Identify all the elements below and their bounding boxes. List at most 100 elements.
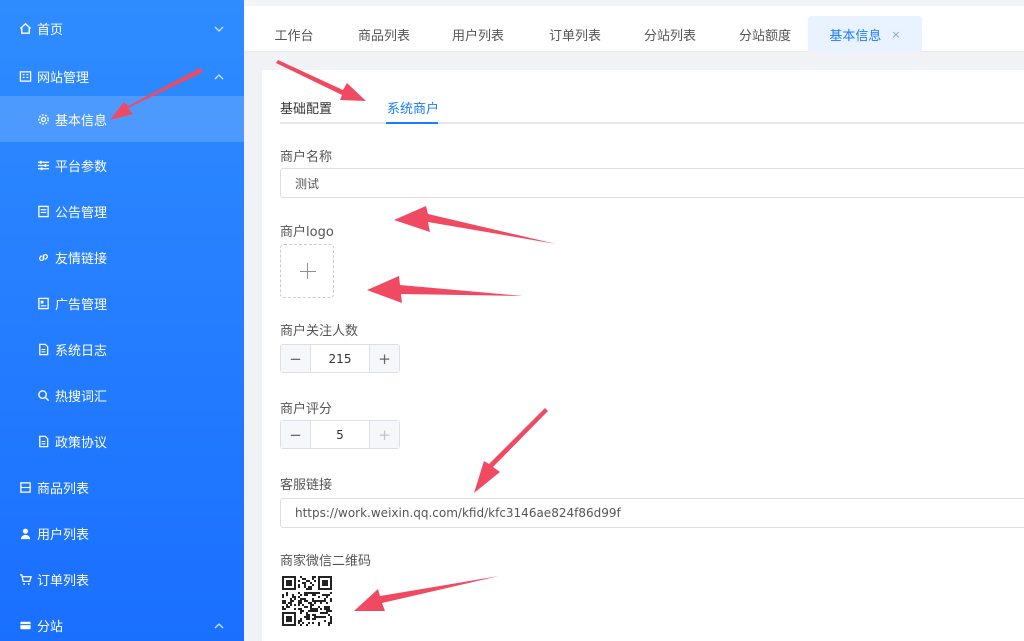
sidebar-item-users[interactable]: 用户列表	[0, 510, 244, 556]
sidebar-item-policy[interactable]: 政策协议	[0, 418, 244, 464]
qr-module	[282, 614, 284, 616]
qr-module	[286, 576, 288, 578]
qr-module	[282, 612, 284, 614]
qr-module	[312, 600, 314, 602]
qr-module	[294, 616, 296, 618]
close-icon[interactable]: ×	[891, 28, 900, 41]
sidebar-item-site-management[interactable]: 网站管理	[0, 56, 244, 96]
qr-module	[314, 614, 316, 616]
sidebar-item-ads[interactable]: 广告管理	[0, 280, 244, 326]
decrement-button[interactable]: −	[281, 421, 311, 448]
qr-module	[282, 606, 284, 608]
qr-module	[310, 608, 312, 610]
qr-module	[330, 582, 332, 584]
followers-value[interactable]: 215	[311, 345, 369, 372]
qr-module	[302, 610, 304, 612]
service-link-input[interactable]	[280, 498, 1024, 528]
qr-module	[282, 582, 284, 584]
sidebar-item-platform-params[interactable]: 平台参数	[0, 142, 244, 188]
product-icon	[18, 480, 32, 494]
increment-button[interactable]: +	[369, 421, 399, 448]
sidebar-item-basic-info[interactable]: 基本信息	[0, 96, 244, 142]
qr-module	[290, 584, 292, 586]
logo-upload-button[interactable]	[280, 244, 334, 298]
qr-module	[286, 624, 288, 626]
qr-module	[298, 602, 300, 604]
tab-workbench[interactable]: 工作台	[244, 16, 344, 52]
plus-icon-bar	[300, 271, 316, 272]
qr-module	[300, 594, 302, 596]
tab-order-list[interactable]: 订单列表	[532, 16, 618, 52]
qr-module	[326, 610, 328, 612]
followers-stepper[interactable]: − 215 +	[280, 344, 400, 373]
decrement-button[interactable]: −	[281, 345, 311, 372]
qr-module	[306, 594, 308, 596]
qr-module	[320, 612, 322, 614]
qr-module	[322, 612, 324, 614]
qr-module	[310, 604, 312, 606]
search-icon	[36, 388, 50, 402]
followers-label: 商户关注人数	[280, 324, 359, 339]
qr-module	[326, 612, 328, 614]
qr-module	[294, 598, 296, 600]
sidebar-item-products[interactable]: 商品列表	[0, 464, 244, 510]
qr-module	[328, 594, 330, 596]
qr-module	[326, 606, 328, 608]
qr-module	[302, 598, 304, 600]
sidebar-item-home[interactable]: 首页	[0, 0, 244, 56]
sidebar-item-friend-links[interactable]: 友情链接	[0, 234, 244, 280]
qr-module	[326, 582, 328, 584]
qr-module	[326, 594, 328, 596]
qr-module	[292, 588, 294, 590]
qr-module	[312, 578, 314, 580]
page-tabs: 工作台 商品列表 用户列表 订单列表 分站列表 分站额度 基本信息 ×	[244, 16, 922, 52]
qr-module	[286, 620, 288, 622]
tab-user-list[interactable]: 用户列表	[424, 16, 532, 52]
qr-module	[290, 618, 292, 620]
tab-basic-config[interactable]: 基础配置	[280, 98, 332, 117]
sidebar-item-orders[interactable]: 订单列表	[0, 556, 244, 602]
qr-module	[318, 624, 320, 626]
gear-icon	[36, 112, 50, 126]
qr-module	[284, 600, 286, 602]
rating-stepper[interactable]: − 5 +	[280, 420, 400, 449]
qr-module	[282, 608, 284, 610]
qr-module	[302, 622, 304, 624]
merchant-name-input[interactable]	[280, 168, 1024, 198]
qr-module	[298, 604, 300, 606]
tab-branch-list[interactable]: 分站列表	[618, 16, 722, 52]
qr-module	[284, 602, 286, 604]
qr-module	[318, 586, 320, 588]
sidebar-item-label: 热搜词汇	[55, 389, 108, 405]
qr-module	[320, 602, 322, 604]
qr-module	[304, 600, 306, 602]
sidebar-item-hot-search[interactable]: 热搜词汇	[0, 372, 244, 418]
rating-value[interactable]: 5	[311, 421, 369, 448]
qr-module	[282, 622, 284, 624]
qr-module	[298, 620, 300, 622]
tab-label: 商品列表	[357, 28, 410, 44]
qr-module	[310, 586, 312, 588]
tab-branch-quota[interactable]: 分站额度	[722, 16, 808, 52]
qr-module	[330, 592, 332, 594]
chevron-up-icon	[214, 71, 224, 81]
wechat-qr-image[interactable]	[280, 574, 334, 628]
qr-module	[306, 624, 308, 626]
qr-module	[290, 604, 292, 606]
qr-module	[290, 600, 292, 602]
sidebar-item-branches[interactable]: 分站	[0, 602, 244, 641]
tab-basic-info[interactable]: 基本信息 ×	[808, 16, 922, 52]
qr-module	[312, 576, 314, 578]
qr-module	[294, 596, 296, 598]
tab-system-merchant[interactable]: 系统商户	[387, 98, 439, 117]
qr-module	[324, 608, 326, 610]
qr-module	[294, 580, 296, 582]
qr-module	[292, 624, 294, 626]
sidebar-item-system-log[interactable]: 系统日志	[0, 326, 244, 372]
qr-module	[286, 594, 288, 596]
qr-module	[316, 616, 318, 618]
sidebar-item-announcements[interactable]: 公告管理	[0, 188, 244, 234]
increment-button[interactable]: +	[369, 345, 399, 372]
tab-product-list[interactable]: 商品列表	[344, 16, 424, 52]
qr-module	[324, 580, 326, 582]
